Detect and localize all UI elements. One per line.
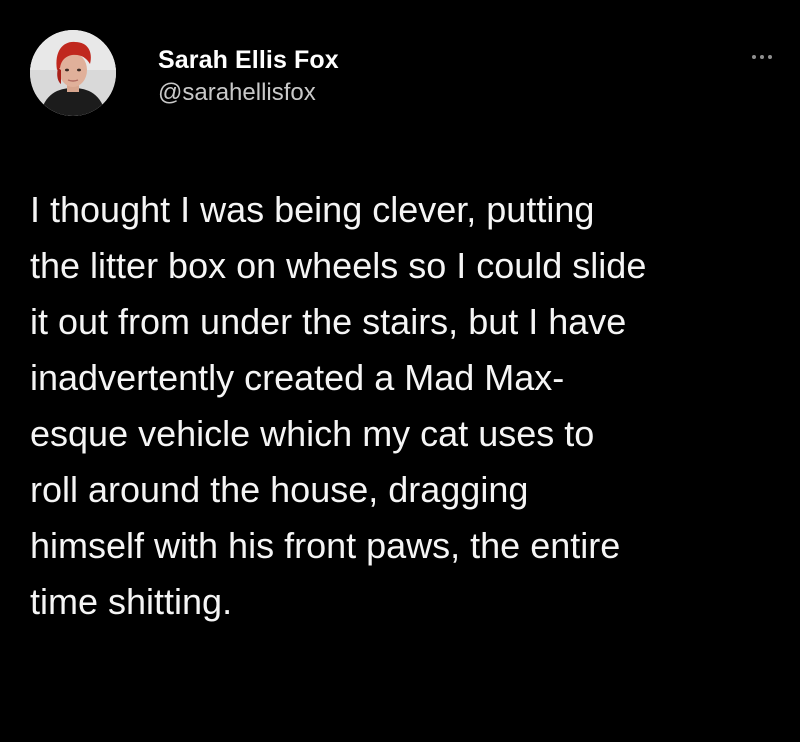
more-dot xyxy=(752,55,756,59)
tweet-text-line: the litter box on wheels so I could slid… xyxy=(30,245,647,286)
tweet-card: Sarah Ellis Fox @sarahellisfox I thought… xyxy=(0,0,800,742)
profile-avatar[interactable] xyxy=(30,30,116,116)
tweet-text-line: I thought I was being clever, putting xyxy=(30,189,595,230)
tweet-text: I thought I was being clever, putting th… xyxy=(30,182,780,630)
tweet-text-line: inadvertently created a Mad Max- xyxy=(30,357,565,398)
tweet-author: Sarah Ellis Fox @sarahellisfox xyxy=(158,45,339,107)
avatar-image xyxy=(30,30,116,116)
author-handle[interactable]: @sarahellisfox xyxy=(158,79,339,107)
tweet-text-line: time shitting. xyxy=(30,581,233,622)
author-display-name[interactable]: Sarah Ellis Fox xyxy=(158,45,339,75)
more-dot xyxy=(760,55,764,59)
tweet-text-line: it out from under the stairs, but I have xyxy=(30,301,627,342)
more-options-icon[interactable] xyxy=(752,52,774,62)
tweet-text-line: roll around the house, dragging xyxy=(30,469,529,510)
tweet-text-line: esque vehicle which my cat uses to xyxy=(30,413,595,454)
tweet-text-line: himself with his front paws, the entire xyxy=(30,525,621,566)
more-dot xyxy=(768,55,772,59)
